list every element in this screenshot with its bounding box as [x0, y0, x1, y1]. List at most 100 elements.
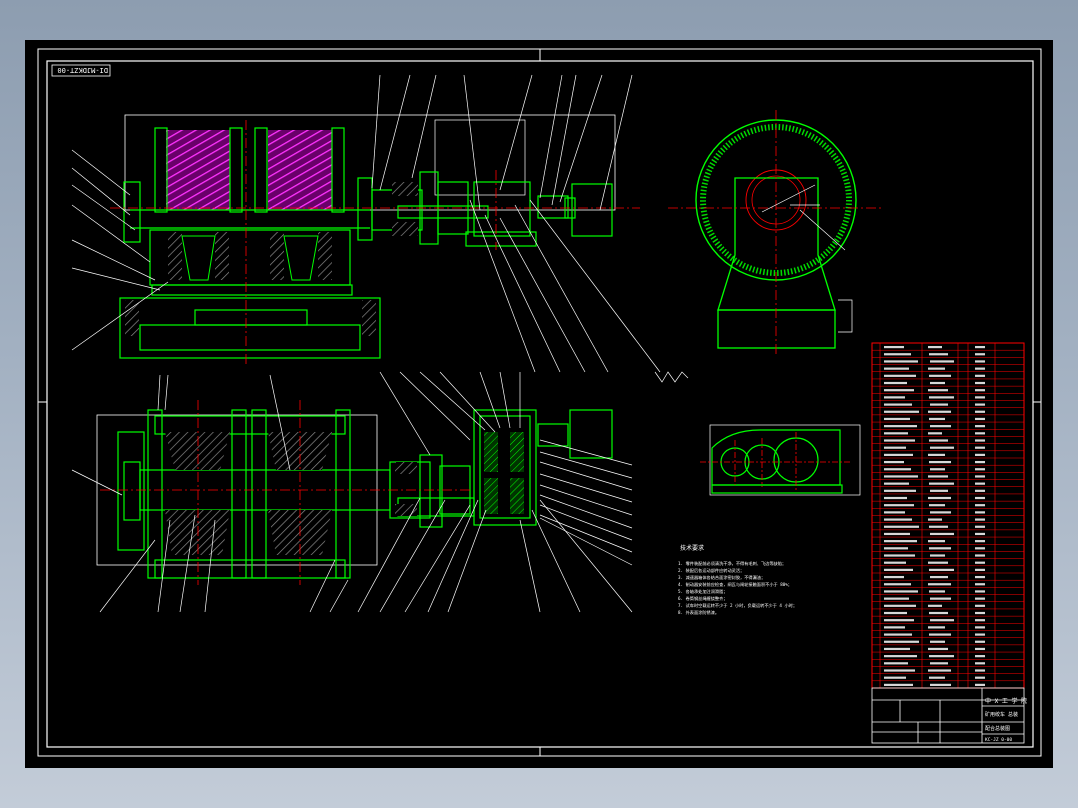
- bom-entry-glyph: [975, 676, 985, 679]
- bom-entry-glyph: [884, 604, 916, 607]
- bom-entry-glyph: [884, 489, 916, 492]
- bom-entry-glyph: [930, 619, 954, 622]
- bom-entry-glyph: [975, 669, 985, 672]
- bom-entry-glyph: [884, 561, 906, 564]
- bom-entry-glyph: [929, 417, 945, 421]
- bom-entry-glyph: [975, 575, 985, 579]
- bom-entry-glyph: [928, 604, 942, 607]
- bom-entry-glyph: [929, 504, 945, 507]
- bom-entry-glyph: [884, 540, 917, 543]
- bom-entry-glyph: [929, 611, 948, 615]
- bom-entry-glyph: [884, 410, 919, 413]
- bom-entry-glyph: [975, 583, 985, 586]
- bom-entry-glyph: [884, 403, 912, 406]
- bom-entry-glyph: [975, 417, 985, 421]
- bom-entry-glyph: [884, 633, 912, 636]
- bom-entry-glyph: [884, 640, 919, 643]
- bom-entry-glyph: [884, 662, 908, 665]
- bom-entry-glyph: [884, 532, 910, 536]
- bom-entry-glyph: [975, 489, 985, 492]
- bom-entry-glyph: [928, 410, 951, 413]
- bom-entry-glyph: [929, 482, 954, 485]
- bom-entry-glyph: [930, 425, 951, 428]
- bom-entry-glyph: [930, 489, 948, 492]
- bom-entry-glyph: [975, 525, 985, 528]
- drawing-code-text: DI-MJDKZT-00: [57, 66, 108, 74]
- bom-entry-glyph: [930, 446, 954, 449]
- bom-entry-glyph: [975, 619, 985, 622]
- bom-entry-glyph: [930, 554, 945, 557]
- bom-entry-glyph: [975, 389, 985, 392]
- bom-entry-glyph: [884, 676, 906, 679]
- bom-entry-glyph: [975, 511, 985, 514]
- bom-entry-glyph: [975, 460, 985, 464]
- bom-entry-glyph: [975, 647, 985, 651]
- bom-entry-glyph: [884, 583, 911, 586]
- bom-entry-glyph: [975, 374, 985, 377]
- bom-entry-glyph: [884, 597, 909, 600]
- bom-entry-glyph: [975, 547, 985, 550]
- bom-entry-glyph: [884, 518, 912, 521]
- bom-entry-glyph: [975, 518, 985, 521]
- bom-entry-glyph: [884, 619, 914, 622]
- bom-entry-glyph: [975, 353, 985, 356]
- bom-entry-glyph: [975, 396, 985, 399]
- bom-entry-glyph: [975, 633, 985, 636]
- bom-entry-glyph: [975, 597, 985, 600]
- bom-entry-glyph: [975, 345, 985, 349]
- bom-entry-glyph: [975, 453, 985, 456]
- drawing-number: KC-JZ 0-00: [985, 737, 1012, 743]
- bom-entry-glyph: [930, 403, 948, 406]
- bom-entry-glyph: [929, 676, 945, 679]
- bom-entry-glyph: [928, 475, 948, 478]
- bom-entry-glyph: [928, 583, 951, 586]
- bom-entry-glyph: [930, 597, 951, 600]
- drum-winding-right: [268, 130, 332, 210]
- bom-entry-glyph: [975, 367, 985, 370]
- bom-entry-glyph: [884, 353, 911, 356]
- bom-entry-glyph: [884, 647, 910, 651]
- bom-entry-glyph: [975, 496, 985, 500]
- bom-entry-glyph: [929, 568, 954, 571]
- bom-entry-glyph: [975, 475, 985, 478]
- bom-entry-glyph: [928, 540, 945, 543]
- bom-entry-glyph: [884, 482, 909, 485]
- bom-entry-glyph: [884, 554, 915, 557]
- bom-entry-glyph: [975, 604, 985, 607]
- bom-entry-glyph: [884, 453, 913, 456]
- bom-entry-glyph: [884, 345, 904, 349]
- bom-entry-glyph: [929, 439, 948, 442]
- bom-entry-glyph: [928, 367, 945, 370]
- bom-entry-glyph: [884, 446, 906, 449]
- bom-entry-glyph: [884, 360, 918, 363]
- note-line-8: 8. 外表面涂防锈漆。: [678, 609, 719, 616]
- bom-entry-glyph: [884, 655, 917, 658]
- cad-drawing-canvas[interactable]: DI-MJDKZT-00 技术要求 1. 零件装配前必须清洗干净，不得有毛刺、飞…: [0, 0, 1078, 808]
- bom-entry-glyph: [884, 475, 918, 478]
- bom-entry-glyph: [975, 468, 985, 471]
- title-line-2: 配合总装图: [985, 725, 1010, 732]
- bom-entry-glyph: [884, 525, 919, 528]
- bom-entry-glyph: [884, 425, 917, 428]
- bom-entry-glyph: [975, 482, 985, 485]
- bom-entry-glyph: [975, 662, 985, 665]
- bom-entry-glyph: [975, 611, 985, 615]
- notes-title: 技术要求: [680, 544, 704, 552]
- bom-entry-glyph: [884, 683, 913, 686]
- bom-entry-glyph: [884, 568, 913, 571]
- bom-entry-glyph: [928, 647, 948, 651]
- bom-entry-glyph: [975, 640, 985, 643]
- bom-entry-glyph: [884, 669, 915, 672]
- bom-entry-glyph: [929, 590, 945, 593]
- note-line-4: 4. 制动器安装前应检查，闸瓦与闸轮接触面积不小于 80%；: [678, 581, 792, 588]
- bom-entry-glyph: [930, 468, 945, 471]
- bom-entry-glyph: [929, 655, 954, 658]
- note-line-2: 2. 装配后各运动部件应转动灵活；: [678, 567, 744, 574]
- bom-entry-glyph: [884, 417, 910, 421]
- bom-entry-glyph: [884, 626, 905, 629]
- bom-entry-glyph: [975, 446, 985, 449]
- note-line-6: 6. 卷筒钢丝绳缠绕整齐；: [678, 595, 727, 602]
- bom-entry-glyph: [975, 561, 985, 564]
- bom-entry-glyph: [929, 353, 948, 356]
- bom-entry-glyph: [975, 504, 985, 507]
